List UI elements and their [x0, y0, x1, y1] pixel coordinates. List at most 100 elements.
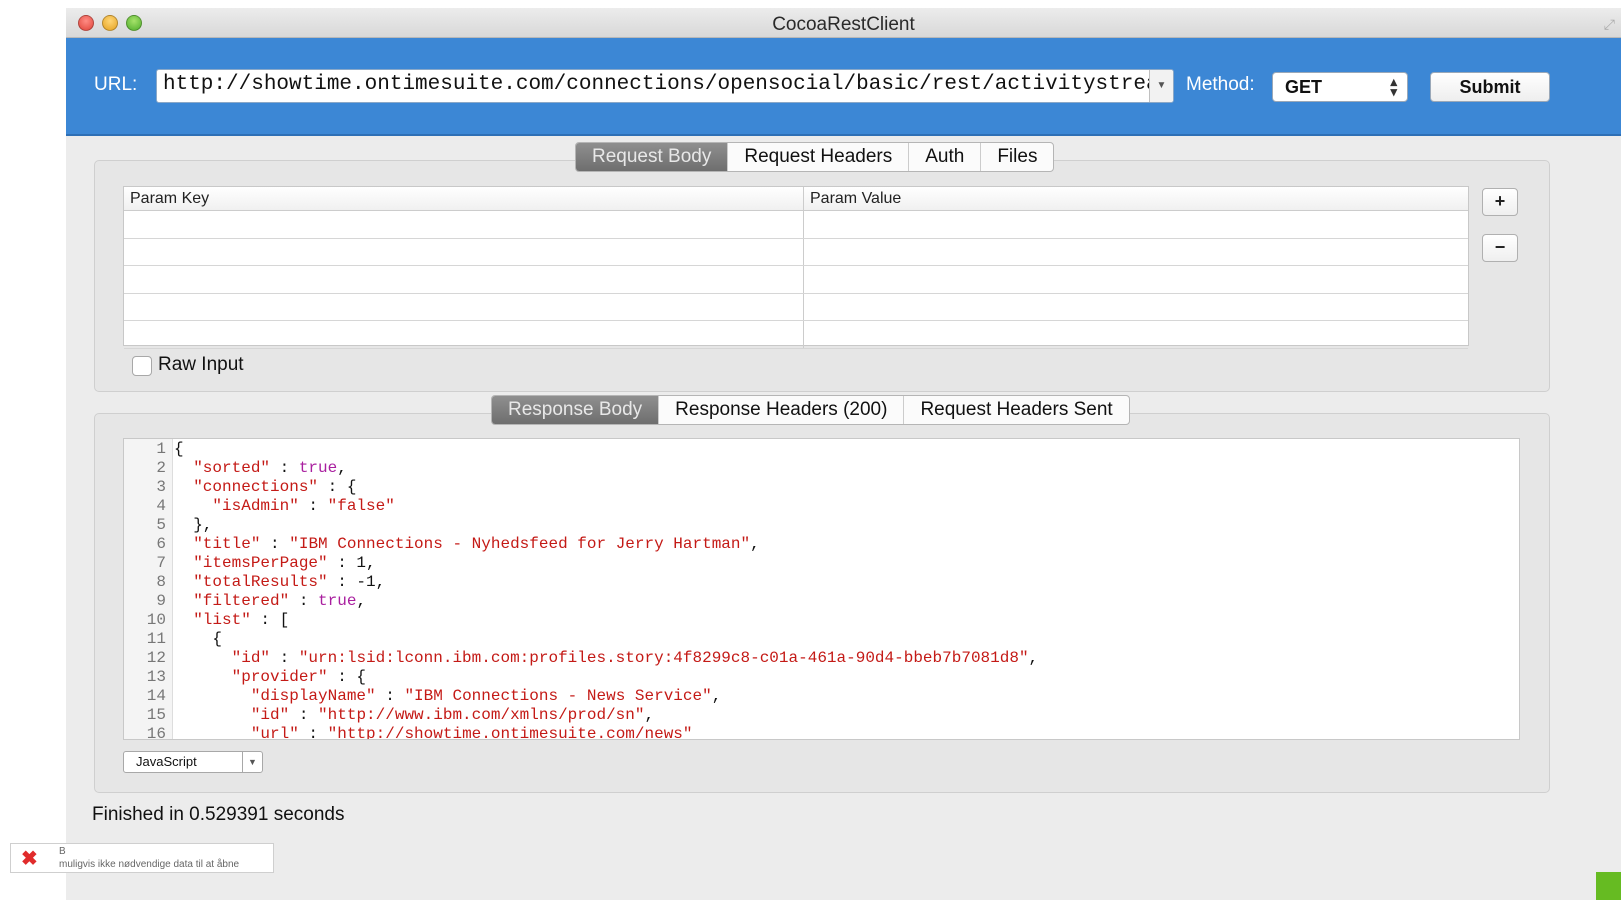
code-text: "displayName" : "IBM Connections - News …: [250, 687, 722, 705]
tab-request-body[interactable]: Request Body: [576, 143, 729, 171]
code-text: "sorted" : true,: [193, 459, 347, 477]
param-value-cell[interactable]: [804, 294, 1468, 321]
url-toolbar: URL: http://showtime.ontimesuite.com/con…: [66, 38, 1621, 136]
title-bar: CocoaRestClient ⤢: [66, 8, 1621, 38]
submit-button[interactable]: Submit: [1430, 72, 1550, 102]
code-line: 3 "connections" : {: [124, 478, 356, 497]
table-row[interactable]: [124, 211, 1468, 239]
param-value-header[interactable]: Param Value: [804, 187, 901, 210]
code-text: {: [174, 440, 184, 458]
table-row[interactable]: [124, 238, 1468, 266]
line-number: 4: [156, 497, 166, 515]
chevron-down-icon: ▼: [242, 752, 262, 772]
code-line: 15 "id" : "http://www.ibm.com/xmlns/prod…: [124, 706, 654, 725]
line-number: 7: [156, 554, 166, 572]
line-number: 10: [146, 611, 166, 629]
code-line: 11 {: [124, 630, 222, 649]
line-number: 15: [146, 706, 166, 724]
tab-response-body[interactable]: Response Body: [492, 396, 660, 424]
tab-files[interactable]: Files: [981, 143, 1053, 171]
add-param-button[interactable]: +: [1482, 188, 1518, 216]
code-text: "itemsPerPage" : 1,: [193, 554, 376, 572]
code-line: 4 "isAdmin" : "false": [124, 497, 394, 516]
tab-request-headers-sent[interactable]: Request Headers Sent: [904, 396, 1128, 424]
code-text: "list" : [: [193, 611, 290, 629]
param-table: Param Key Param Value: [123, 186, 1469, 349]
method-select[interactable]: GET ▴ ▾: [1272, 72, 1408, 102]
table-row[interactable]: [124, 266, 1468, 294]
param-value-cell[interactable]: [804, 239, 1468, 266]
response-tabs: Response Body Response Headers (200) Req…: [491, 395, 1130, 425]
remove-param-button[interactable]: −: [1482, 234, 1518, 262]
tab-response-headers[interactable]: Response Headers (200): [659, 396, 905, 424]
line-number: 3: [156, 478, 166, 496]
code-line: 6 "title" : "IBM Connections - Nyhedsfee…: [124, 535, 759, 554]
code-line: 12 "id" : "urn:lsid:lconn.ibm.com:profil…: [124, 649, 1038, 668]
raw-input-label[interactable]: Raw Input: [158, 354, 244, 376]
line-number: 11: [146, 630, 166, 648]
response-code-editor[interactable]: 1{2 "sorted" : true, 3 "connections" : {4…: [123, 438, 1520, 740]
code-line: 5 },: [124, 516, 212, 535]
line-number: 8: [156, 573, 166, 591]
line-number: 6: [156, 535, 166, 553]
url-label: URL:: [94, 74, 138, 95]
param-key-cell[interactable]: [124, 293, 804, 320]
code-text: "connections" : {: [193, 478, 357, 496]
code-line: 16 "url" : "http://showtime.ontimesuite.…: [124, 725, 693, 740]
code-text: "isAdmin" : "false": [212, 497, 395, 515]
method-label: Method:: [1186, 74, 1255, 95]
code-text: "provider" : {: [231, 668, 367, 686]
method-value: GET: [1285, 77, 1323, 97]
notification-text: muligvis ikke nødvendige data til at åbn…: [59, 859, 240, 870]
code-text: },: [174, 516, 213, 534]
corner-indicator: [1596, 872, 1621, 900]
code-text: {: [174, 630, 223, 648]
line-number: 16: [146, 725, 166, 740]
status-text: Finished in 0.529391 seconds: [92, 804, 345, 825]
param-value-cell[interactable]: [804, 321, 1468, 348]
code-line: 9 "filtered" : true,: [124, 592, 366, 611]
code-line: 13 "provider" : {: [124, 668, 366, 687]
notification-title: B: [59, 846, 66, 857]
url-history-dropdown[interactable]: ▼: [1149, 70, 1173, 102]
param-key-cell[interactable]: [124, 266, 804, 293]
code-line: 10 "list" : [: [124, 611, 289, 630]
param-key-header[interactable]: Param Key: [124, 187, 804, 210]
chevron-down-icon: ▼: [1156, 80, 1167, 91]
code-line: 8 "totalResults" : -1,: [124, 573, 385, 592]
line-number: 1: [156, 440, 166, 458]
table-row[interactable]: [124, 293, 1468, 321]
tab-request-headers[interactable]: Request Headers: [728, 143, 910, 171]
line-number: 13: [146, 668, 166, 686]
fullscreen-icon[interactable]: ⤢: [1604, 16, 1615, 33]
line-number: 2: [156, 459, 166, 477]
code-line: 1{: [124, 440, 183, 459]
code-text: "title" : "IBM Connections - Nyhedsfeed …: [193, 535, 760, 553]
line-number: 14: [146, 687, 166, 705]
tab-auth[interactable]: Auth: [909, 143, 982, 171]
updown-arrows-icon: ▴ ▾: [1390, 74, 1397, 99]
param-key-cell[interactable]: [124, 321, 804, 348]
code-text: "id" : "urn:lsid:lconn.ibm.com:profiles.…: [231, 649, 1039, 667]
app-window: CocoaRestClient ⤢ URL: http://showtime.o…: [66, 8, 1621, 900]
request-tabs: Request Body Request Headers Auth Files: [575, 142, 1055, 172]
line-number: 5: [156, 516, 166, 534]
param-table-header: Param Key Param Value: [124, 187, 1468, 211]
code-line: 14 "displayName" : "IBM Connections - Ne…: [124, 687, 722, 706]
param-value-cell[interactable]: [804, 211, 1468, 238]
language-select[interactable]: JavaScript ▼: [123, 751, 263, 773]
param-key-cell[interactable]: [124, 211, 804, 238]
window-title: CocoaRestClient: [772, 14, 915, 35]
code-text: "url" : "http://showtime.ontimesuite.com…: [250, 725, 693, 740]
param-value-cell[interactable]: [804, 266, 1468, 293]
table-row[interactable]: [124, 321, 1468, 349]
url-input[interactable]: http://showtime.ontimesuite.com/connecti…: [156, 69, 1174, 103]
line-number: 12: [146, 649, 166, 667]
param-key-cell[interactable]: [124, 238, 804, 265]
code-text: "totalResults" : -1,: [193, 573, 386, 591]
error-x-icon: ✖: [21, 848, 38, 870]
line-number: 9: [156, 592, 166, 610]
language-value: JavaScript: [136, 754, 197, 769]
code-text: "id" : "http://www.ibm.com/xmlns/prod/sn…: [250, 706, 655, 724]
raw-input-checkbox[interactable]: [132, 356, 152, 376]
